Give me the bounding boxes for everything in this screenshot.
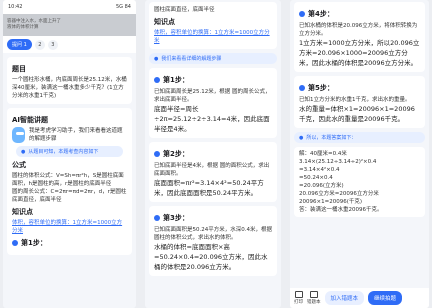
answer-line: =20.096(立方米)	[299, 183, 344, 189]
add-to-mistake-book-button[interactable]: 加入错题本	[324, 291, 365, 305]
step-4-text: 已知水桶的体积是20.096立方米，将体积转换为立方分米。	[299, 23, 418, 37]
step-3-card: 第3步： 已知底面面积是50.24平方米，水深0.4米，根据 圆柱的体积公式，求…	[149, 206, 277, 276]
step-dot-icon	[154, 215, 160, 221]
step-2-calc: 底面面积=πr²=3.14×4²=50.24平方米，因此底面面积是50.24平方…	[154, 179, 264, 197]
step-1-heading: 第1步：	[154, 75, 272, 85]
step-3-text: 已知底面面积是50.24平方米，水深0.4米，根据 圆柱的体积公式，求出水的体积…	[154, 227, 272, 241]
step-1-card: 第1步： 已知底面周长是25.12米，根据 圆的周长公式，求出底面半径。 底面半…	[149, 68, 277, 138]
screen-steps: 圆柱底面直径，底面半径 知识点 体积，容积单位的换算：1立方米=1000立方分米…	[145, 0, 281, 308]
knowledge-title: 知识点	[154, 18, 175, 26]
tab-question-3[interactable]: 3	[47, 39, 58, 50]
answer-line: 答：装满这一桶水重20096千克。	[299, 207, 383, 213]
answer-line: 解：40厘米=0.4米	[299, 151, 347, 157]
photo-preview[interactable]: 容器中注入水，水面上升了 液体的体积计算	[3, 14, 136, 36]
step-1-heading: 第1步：	[12, 238, 127, 248]
knowledge-link[interactable]: 体积，容积单位的换算：1立方米=1000立方分米	[154, 29, 272, 45]
answer-pill: ● 所以，本题答案如下：	[294, 132, 425, 143]
screen-question: 10:42 5G 84 容器中注入水，水面上升了 液体的体积计算 提问 1 2 …	[3, 0, 136, 308]
tab-question-1[interactable]: 提问 1	[7, 39, 32, 50]
bulb-icon: ●	[299, 134, 304, 141]
question-card: 题目 一个圆柱形水桶，内底面周长是25.12米，水桶深40厘米，装满这一桶水重多…	[7, 57, 132, 104]
status-bar: 10:42 5G 84	[3, 0, 136, 14]
knowledge-title: 知识点	[12, 208, 33, 216]
bulb-icon: ●	[154, 55, 159, 62]
answer-line: 3.14×(25.12÷3.14÷2)²×0.4	[299, 159, 377, 165]
status-time: 10:42	[8, 4, 23, 10]
screen-answer: 第4步： 已知水桶的体积是20.096立方米，将体积转换为立方分米。 1立方米=…	[290, 0, 429, 308]
step-5-calc: 水的重量=体积×1=20096×1=20096千克，因此水的重量是20096千克…	[299, 105, 415, 123]
topic-pill: ● 从题目可知，本题考查内容如下	[16, 146, 123, 157]
step-2-card: 第2步： 已知底面半径是4米，根据 圆的面积公式，求出底面面积。 底面面积=πr…	[149, 142, 277, 202]
step-5-heading: 第5步：	[299, 83, 420, 93]
step-3-calc: 水桶的体积=底面面积×高=50.24×0.4=20.096立方米，因此水桶的体积…	[154, 243, 268, 271]
step-1-calc: 底面半径=周长÷2π=25.12÷2÷3.14=4米，因此底面半径是4米。	[154, 105, 270, 133]
question-title: 题目	[12, 65, 26, 73]
answer-line: 20096×1=20096(千克)	[299, 199, 363, 205]
step-5-text: 已知1立方分米的水重1千克，求出水的重量。	[299, 97, 411, 103]
ai-explain-card: AI智能讲题 我是考虎学习助手，我们来看看这道题的解题步骤 ● 从题目可知，本题…	[7, 108, 132, 255]
answer-line: =50.24×0.4	[299, 175, 333, 181]
step-dot-icon	[299, 85, 305, 91]
step-dot-icon	[299, 11, 305, 17]
status-icons: 5G 84	[115, 4, 131, 10]
step-2-heading: 第2步：	[154, 149, 272, 159]
step-dot-icon	[12, 240, 18, 246]
step-4-heading: 第4步：	[299, 9, 420, 19]
answer-line: =3.14×4²×0.4	[299, 167, 340, 173]
step-1-text: 已知底面周长是25.12米，根据 圆的周长公式，求出底面半径。	[154, 89, 271, 103]
tab-question-2[interactable]: 2	[34, 39, 45, 50]
step-dot-icon	[154, 151, 160, 157]
mistake-book-button[interactable]: 错题本	[307, 291, 321, 305]
step-3-heading: 第3步：	[154, 213, 272, 223]
book-icon	[309, 291, 318, 298]
formula-title: 公式	[12, 161, 26, 169]
print-button[interactable]: 打印	[294, 291, 303, 305]
top-text: 圆柱底面直径，底面半径	[154, 7, 215, 13]
printer-icon	[294, 291, 303, 298]
question-text: 一个圆柱形水桶，内底面周长是25.12米，水桶深40厘米，装满这一桶水重多少千克…	[12, 77, 127, 99]
step-4-calc: 1立方米=1000立方分米，所以20.096立方米=20.096×1000=20…	[299, 39, 420, 67]
step-2-text: 已知底面半径是4米，根据 圆的面积公式，求出底面面积。	[154, 163, 270, 177]
step-dot-icon	[154, 77, 160, 83]
step-4-card: 第4步： 已知水桶的体积是20.096立方米，将体积转换为立方分米。 1立方米=…	[294, 2, 425, 72]
robot-avatar-icon	[12, 127, 25, 143]
step-5-card: 第5步： 已知1立方分米的水重1千克，求出水的重量。 水的重量=体积×1=200…	[294, 76, 425, 128]
answer-line: 20.096立方米=20096立方分米	[299, 191, 379, 197]
formula-line: 圆柱的体积公式：V=Sh=πr²h，S是圆柱底面面积，h是圆柱的高，r是圆柱的底…	[12, 173, 124, 187]
photo-text-line: 液体的体积计算	[7, 25, 39, 30]
answer-card: 解：40厘米=0.4米 3.14×(25.12÷3.14÷2)²×0.4 =3.…	[294, 147, 425, 217]
steps-pill: ● 我们来看看详细的解题步骤	[149, 53, 277, 64]
knowledge-link[interactable]: 体积，容积单位的换算：1立方米=1000立方分米	[12, 219, 127, 235]
bottom-bar: 打印 错题本 加入错题本 继续拍题	[290, 288, 429, 308]
bot-intro: 我是考虎学习助手，我们来看看这道题的解题步骤	[28, 128, 123, 142]
bulb-icon: ●	[21, 148, 26, 155]
ai-title: AI智能讲题	[12, 116, 49, 124]
formula-line: 圆的周长公式：C=2πr=πd=2πr，d，r是圆柱底面直径，底面半径	[12, 189, 127, 203]
knowledge-card: 圆柱底面直径，底面半径 知识点 体积，容积单位的换算：1立方米=1000立方分米	[149, 2, 277, 49]
question-tabs: 提问 1 2 3	[3, 36, 136, 53]
continue-scan-button[interactable]: 继续拍题	[368, 291, 403, 305]
